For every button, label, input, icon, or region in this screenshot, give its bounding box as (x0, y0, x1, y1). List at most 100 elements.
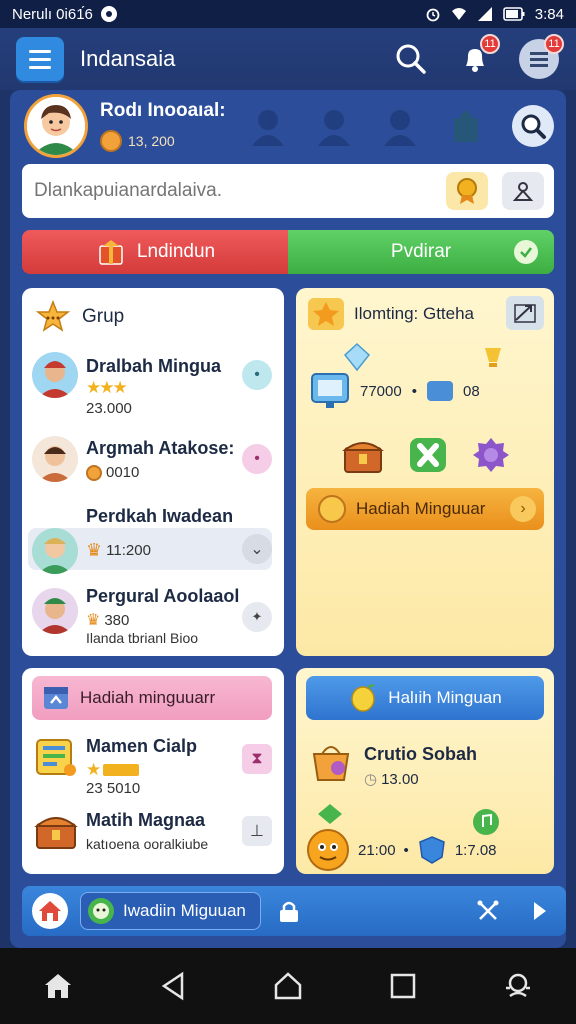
clock-icon: ◷ (364, 771, 378, 788)
nav-back-button[interactable] (153, 966, 193, 1006)
lock-button[interactable] (273, 895, 305, 927)
nav-assistant-button[interactable] (498, 966, 538, 1006)
friend-silhouettes (250, 106, 484, 146)
rating-stars: ★★★ (86, 378, 128, 397)
events-stat-count: 08 (462, 382, 480, 400)
badge-icon[interactable] (472, 436, 510, 474)
next-button[interactable] (524, 895, 556, 927)
member-score: 11:200 (106, 542, 151, 559)
arrow-right-icon: › (510, 496, 536, 522)
tab-pvdirar[interactable]: Pvdirar (288, 230, 554, 274)
member-score-row: 0010 (86, 464, 139, 481)
special-item-value: 13.00 (381, 770, 419, 788)
signal-icon (477, 7, 492, 21)
special-item-name: Crutio Sobah (364, 744, 477, 764)
magnifier-icon (521, 114, 546, 139)
list-button[interactable]: 11 (518, 34, 564, 80)
weekly-item-action[interactable]: ⧗ (242, 744, 272, 774)
user-filter-icon (512, 182, 534, 201)
member-row[interactable]: Pergural Aoolaaol ♛ 380 Ilanda tbrianl B… (22, 580, 284, 656)
member-action-button[interactable]: ⌄ (242, 534, 272, 564)
events-share-button[interactable] (506, 296, 544, 330)
special-card: Halıih Minguan Crutio Sobah ◷ 13.00 21:0… (296, 668, 554, 874)
close-button[interactable] (472, 895, 504, 927)
search-input[interactable] (34, 180, 432, 202)
member-avatar (32, 588, 78, 634)
cup-icon (485, 348, 501, 367)
events-reward-button[interactable]: Hadiah Minguuar › (306, 488, 544, 530)
profile-header: Rodı Inooaıal: 13, 200 (10, 90, 566, 162)
weekly-header[interactable]: Hadiah minguuarr (32, 676, 272, 720)
member-score: 0010 (106, 464, 140, 481)
nav-recents-button[interactable] (383, 966, 423, 1006)
gem-icon (343, 342, 371, 372)
game-tile-icon[interactable] (408, 436, 448, 474)
member-name: Perdkah Iwadean (86, 506, 234, 526)
special-title: Halıih Minguan (388, 688, 502, 707)
status-bar: Nerulı 0i61́6 3:84 (0, 0, 576, 28)
menu-button[interactable] (16, 37, 64, 81)
member-name: Pergural Aoolaaol (86, 586, 240, 606)
rating-bar: ★ (86, 760, 140, 780)
group-title: Grup (82, 306, 125, 327)
main-panel: Rodı Inooaıal: 13, 200 Lndindun (10, 90, 566, 948)
app-title: Indansaia (80, 46, 176, 71)
green-face-icon (88, 898, 114, 924)
member-name: Dralbah Mingua (86, 356, 222, 376)
check-icon (514, 240, 538, 264)
star-chat-icon (35, 300, 71, 332)
profile-search-button[interactable] (512, 105, 554, 147)
profile-coins: 13, 200 (128, 133, 175, 149)
close-icon (477, 900, 499, 920)
member-score: 380 (104, 611, 130, 629)
smiley-icon (307, 829, 349, 871)
member-row[interactable]: Argmah Atakose: 0010 • (22, 430, 284, 494)
crown-icon: ♛ (86, 540, 103, 560)
lock-icon (279, 901, 298, 922)
nav-home-button[interactable] (38, 966, 78, 1006)
weekly-item-action[interactable]: ⊥ (242, 816, 272, 846)
weekly-reward-pill[interactable]: Iwadiin Miguuan (80, 892, 261, 930)
bottom-toolbar: Iwadiin Miguuan (22, 886, 566, 936)
separator-dot: • (403, 841, 409, 859)
share-icon (514, 304, 536, 323)
member-score-row: ♛ 380 (86, 610, 129, 630)
battery-icon (502, 7, 525, 21)
events-card: Ilomting: Gtteha 77000 • 08 Hadiah Mingu… (296, 288, 554, 656)
member-row[interactable]: Perdkah Iwadean ♛ 11:200 ⌄ (22, 500, 284, 580)
tab-label: Lndindun (136, 241, 216, 262)
member-avatar (32, 436, 78, 482)
profile-name: Rodı Inooaıal: (100, 100, 226, 121)
friend-avatar-icon (383, 110, 416, 146)
special-header[interactable]: Halıih Minguan (306, 676, 544, 720)
notifications-button[interactable]: 11 (454, 34, 500, 80)
search-bar (22, 164, 554, 218)
home-icon (44, 974, 71, 998)
treasure-chest-icon (34, 817, 78, 849)
member-action-button[interactable]: • (242, 444, 272, 474)
weekly-item[interactable]: Matih Magnaa katıoena ooralkiube ⊥ (22, 806, 284, 866)
square-icon (390, 973, 416, 999)
nav-overview-button[interactable] (268, 966, 308, 1006)
member-action-button[interactable]: • (242, 360, 272, 390)
special-time-a: 21:00 (358, 841, 396, 859)
medal-icon (457, 178, 477, 204)
treasure-chest-icon[interactable] (342, 436, 384, 474)
weekly-item[interactable]: Mamen Cialp ★ 23 5010 ⧗ (22, 730, 284, 800)
member-avatar (32, 528, 78, 574)
member-action-button[interactable]: ✦ (242, 602, 272, 632)
coin-icon (100, 130, 122, 152)
scroll-card-icon (36, 739, 76, 776)
home-button[interactable] (32, 893, 68, 929)
trophy-icon (308, 298, 344, 330)
filter-button[interactable] (502, 172, 544, 210)
coin-icon (86, 464, 102, 481)
member-row[interactable]: Dralbah Mingua ★★★ 23.000 • (22, 346, 284, 426)
search-button[interactable] (390, 38, 432, 80)
medal-button[interactable] (446, 172, 488, 210)
leaf-icon (318, 804, 342, 824)
profile-avatar[interactable] (24, 94, 88, 158)
crown-icon: ♛ (86, 612, 101, 629)
tab-lndindun[interactable]: Lndindun (22, 230, 288, 274)
bottom-pill-label: Iwadiin Miguuan (123, 901, 246, 920)
